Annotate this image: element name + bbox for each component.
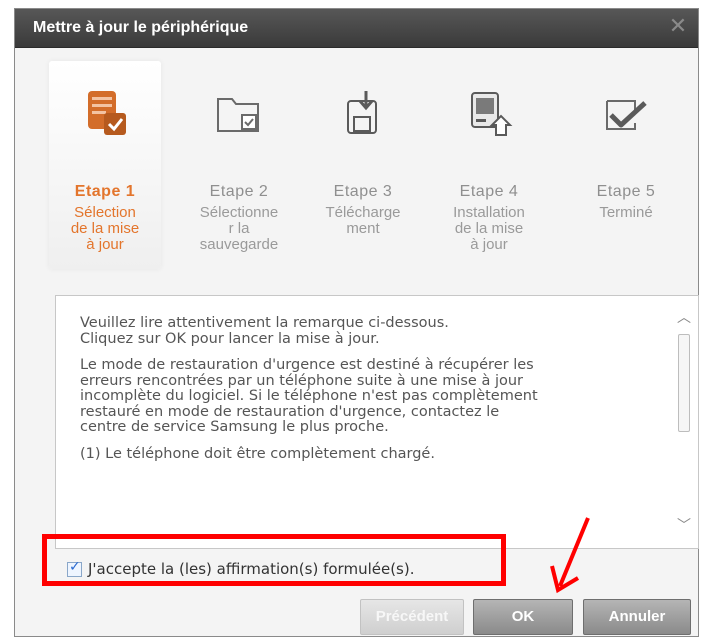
step-5-label: Etape 5 — [596, 183, 656, 200]
step-2-label: Etape 2 — [209, 183, 269, 200]
agreement-highlight-box — [42, 534, 506, 586]
close-icon[interactable]: ✕ — [666, 15, 690, 39]
notice-text: Veuillez lire attentivement la remarque … — [80, 315, 656, 473]
step-2-desc: Sélectionne r la sauvegarde — [199, 204, 279, 253]
ok-button[interactable]: OK — [473, 599, 573, 635]
scroll-down-icon[interactable]: ﹀ — [676, 518, 692, 534]
dialog-title: Mettre à jour le périphérique — [33, 19, 249, 36]
cancel-button[interactable]: Annuler — [583, 599, 691, 635]
previous-button[interactable]: Précédent — [360, 599, 464, 635]
step-4-desc: Installation de la mise à jour — [453, 204, 525, 253]
step-3-desc: Télécharge ment — [325, 204, 401, 237]
scroll-up-icon[interactable]: ︿ — [676, 310, 692, 326]
annotation-arrow-icon — [550, 517, 590, 594]
folder-backup-icon — [217, 98, 259, 132]
step-1: Etape 1 Sélection de la mise à jour — [49, 61, 161, 269]
download-icon — [347, 91, 377, 134]
step-1-desc: Sélection de la mise à jour — [70, 204, 140, 253]
step-3-label: Etape 3 — [333, 183, 393, 200]
notice-paragraph-1: Veuillez lire attentivement la remarque … — [80, 315, 449, 347]
scroll-thumb[interactable] — [678, 334, 690, 432]
update-selection-icon — [88, 91, 126, 135]
step-4-label: Etape 4 — [459, 183, 519, 200]
install-icon — [471, 92, 513, 136]
title-bar: Mettre à jour le périphérique ✕ — [15, 9, 698, 48]
notice-paragraph-3: (1) Le téléphone doit être complètement … — [80, 445, 435, 462]
complete-check-icon — [606, 100, 647, 130]
step-5-desc: Terminé — [599, 204, 653, 221]
notice-paragraph-2: Le mode de restauration d'urgence est de… — [80, 357, 538, 435]
step-1-label: Etape 1 — [74, 183, 136, 200]
notice-scrollbar[interactable]: ︿ ﹀ — [676, 310, 692, 534]
